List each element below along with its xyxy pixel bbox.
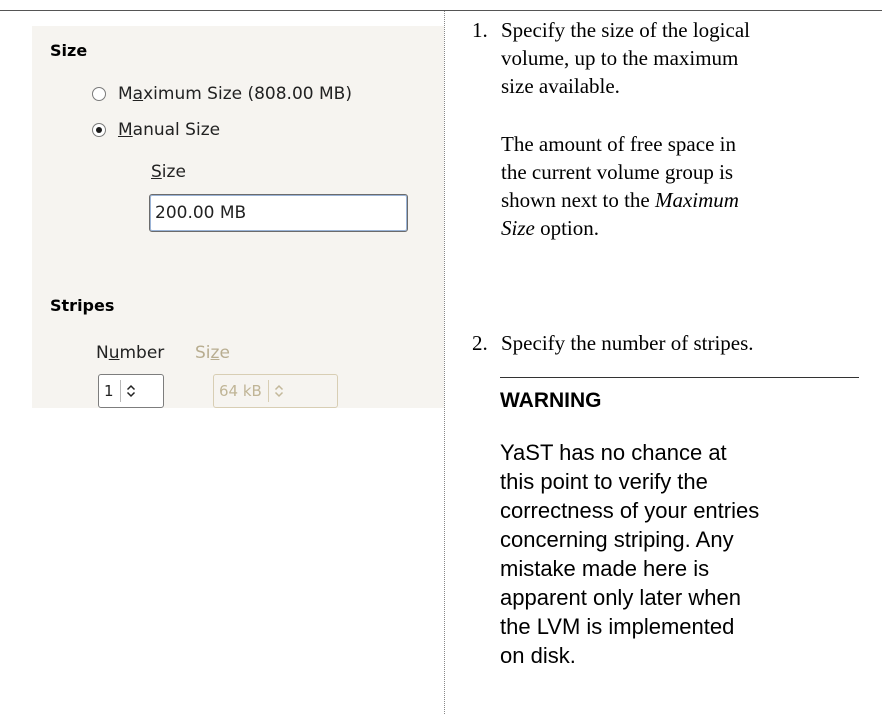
stripes-number-spinbox[interactable]: 1 (98, 374, 164, 408)
warning-line: YaST has no chance at (500, 440, 727, 465)
step-2-text: Specify the number of stripes. (501, 331, 754, 355)
warning-line: on disk. (500, 643, 576, 668)
radio-checked-icon (92, 123, 106, 137)
maximum-size-label: Maximum Size (808.00 MB) (118, 84, 352, 104)
stripes-size-value: 64 kB (219, 382, 262, 400)
warning-line: correctness of your entries (500, 498, 760, 523)
warning-line: the LVM is implemented (500, 614, 735, 639)
spin-updown-icon (269, 375, 289, 407)
step-1-note-line: the current volume group is (501, 160, 734, 184)
lvm-size-panel: Size Maximum Size (808.00 MB) Manual Siz… (32, 26, 444, 408)
warning-line: apparent only later when (500, 585, 741, 610)
warning-line: concerning striping. Any (500, 527, 734, 552)
stripes-section-title: Stripes (50, 296, 115, 315)
radio-unchecked-icon (92, 87, 106, 101)
step-1-note-line: shown next to the Maximum (501, 188, 739, 212)
manual-size-label: Manual Size (118, 120, 221, 140)
step-1-note-line: Size option. (501, 216, 599, 240)
size-section-title: Size (50, 41, 88, 60)
manual-size-radio[interactable]: Manual Size (92, 120, 220, 140)
step-1-line: Specify the size of the logical (501, 18, 750, 42)
warning-rule (500, 377, 859, 378)
size-input[interactable] (149, 194, 408, 232)
size-field-label: Size (151, 162, 186, 182)
step-1-line: volume, up to the maximum (501, 46, 739, 70)
warning-title: WARNING (500, 389, 602, 412)
stripes-size-label: Size (195, 343, 230, 363)
stripes-number-value: 1 (104, 382, 114, 400)
spin-updown-icon[interactable] (121, 375, 141, 407)
maximum-size-radio[interactable]: Maximum Size (808.00 MB) (92, 84, 352, 104)
top-rule (0, 10, 882, 11)
warning-text: YaST has no chance at this point to veri… (500, 438, 870, 670)
warning-line: this point to verify the (500, 469, 708, 494)
stripes-size-spinbox: 64 kB (213, 374, 338, 408)
stripes-number-label: Number (96, 343, 165, 363)
step-1-line: size available. (501, 74, 620, 98)
warning-line: mistake made here is (500, 556, 710, 581)
column-divider (444, 11, 445, 714)
step-1-note-line: The amount of free space in (501, 132, 736, 156)
